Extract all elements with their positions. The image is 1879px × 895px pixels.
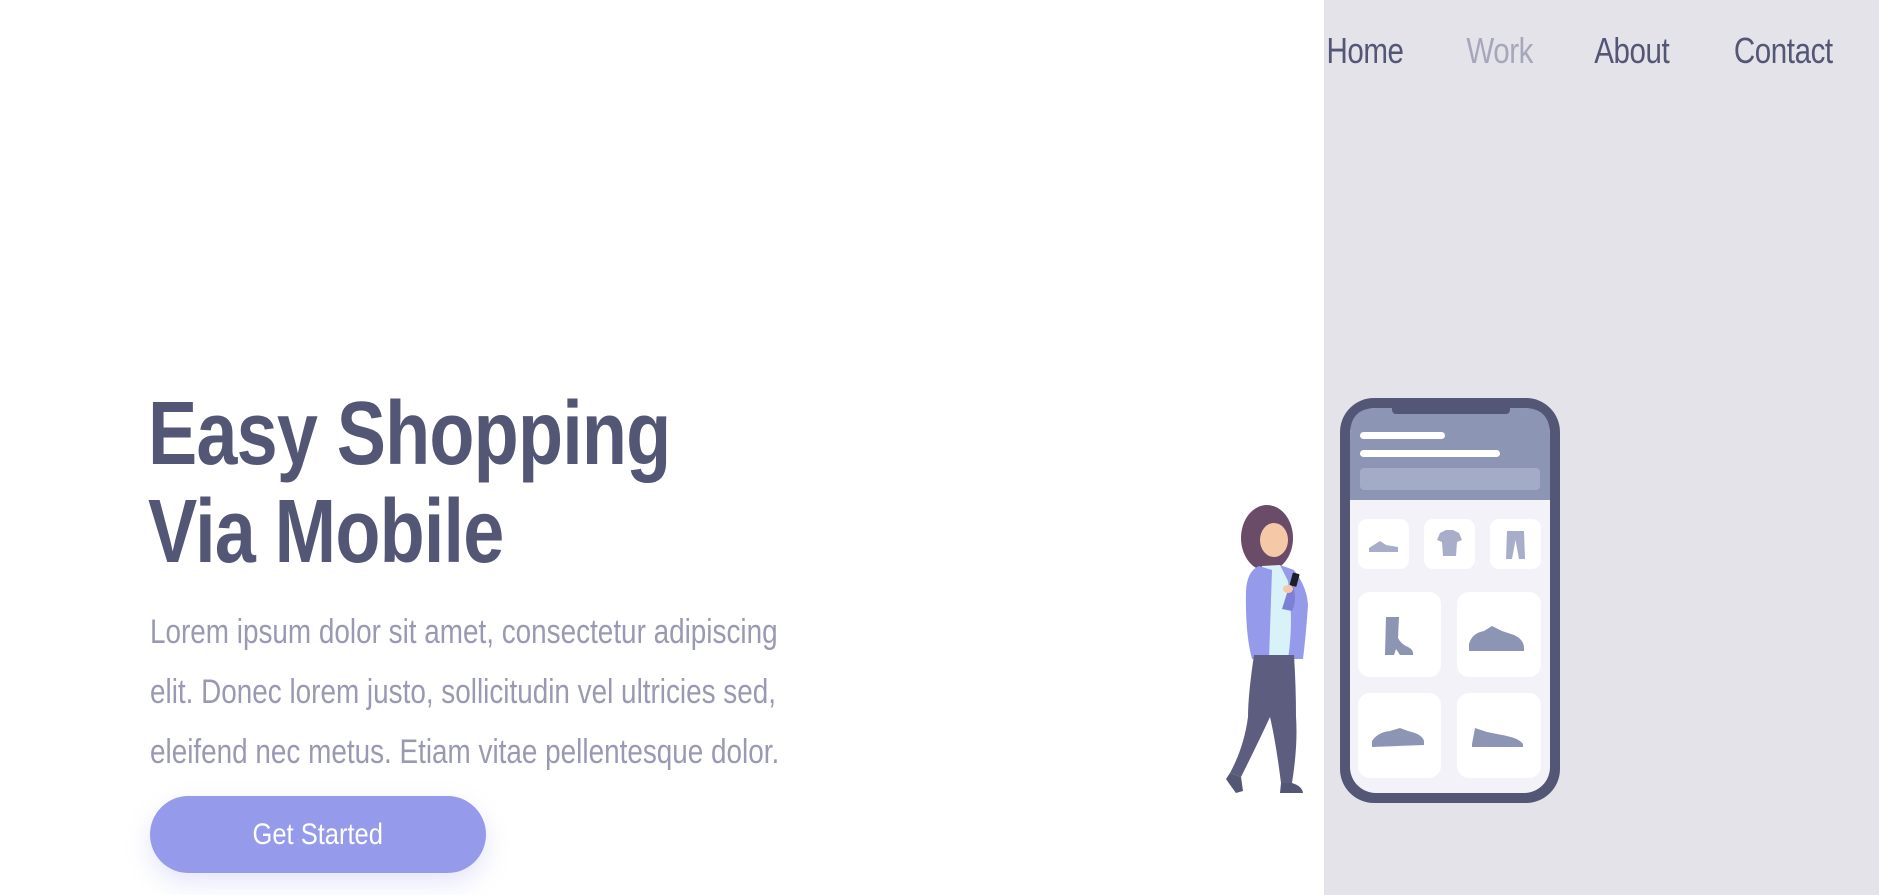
main-nav: Home Work About Contact	[1318, 30, 1844, 72]
get-started-label: Get Started	[252, 817, 384, 851]
header-line-1	[1360, 432, 1445, 439]
nav-work[interactable]: Work	[1466, 30, 1533, 72]
shopping-illustration	[1226, 398, 1560, 803]
phone-notch	[1392, 400, 1510, 414]
hand	[1283, 585, 1293, 593]
tile-boot	[1358, 592, 1441, 677]
hero-title-line1: Easy Shopping	[148, 384, 671, 484]
hero-title: Easy Shopping Via Mobile	[148, 384, 671, 582]
jacket-left	[1245, 566, 1272, 659]
header-line-2	[1360, 450, 1500, 457]
landing-page: Home Work About Contact Easy Shopping Vi…	[0, 0, 1879, 895]
right-shoe	[1280, 783, 1303, 793]
nav-about[interactable]: About	[1594, 30, 1670, 72]
hero-title-line2: Via Mobile	[148, 482, 504, 582]
face	[1260, 523, 1288, 557]
header-search-bar	[1360, 468, 1540, 490]
nav-contact[interactable]: Contact	[1734, 30, 1833, 72]
get-started-button[interactable]: Get Started	[150, 796, 486, 873]
hero-description: Lorem ipsum dolor sit amet, consectetur …	[150, 613, 780, 771]
woman-figure	[1226, 505, 1308, 793]
tile-pants	[1490, 519, 1541, 569]
nav-home[interactable]: Home	[1327, 30, 1405, 72]
pants	[1230, 655, 1297, 783]
